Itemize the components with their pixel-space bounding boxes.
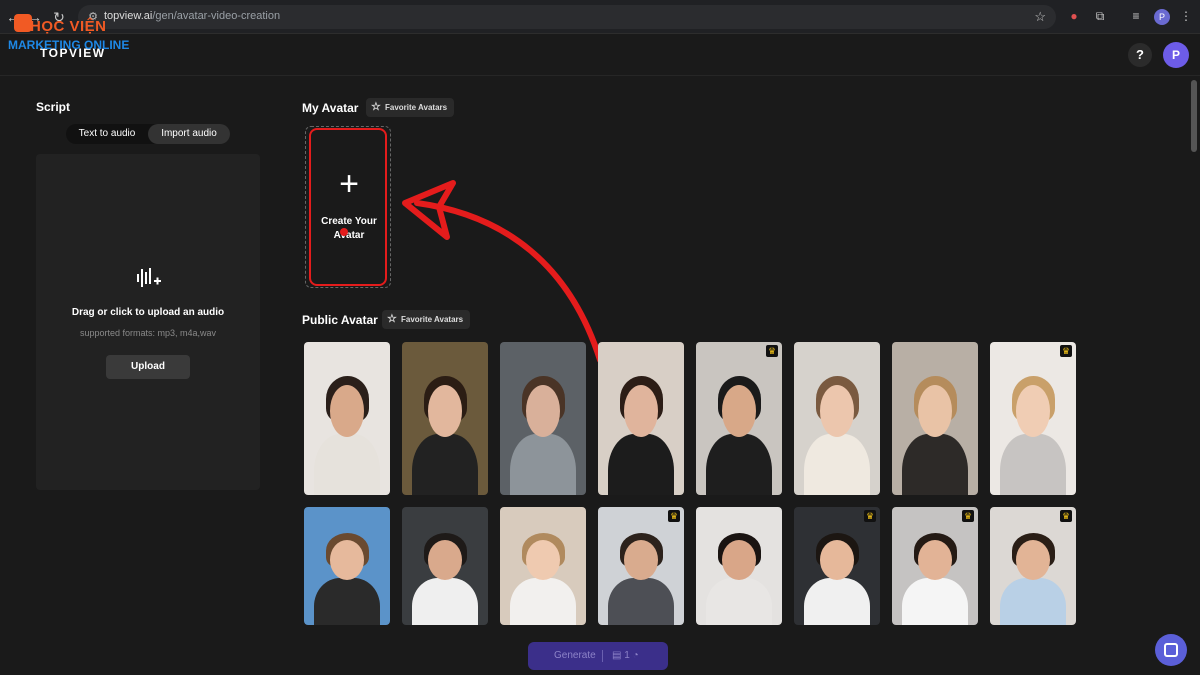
public-avatar-title: Public Avatar [302, 313, 378, 327]
generate-button[interactable]: Generate ▤ 1 ◔ [528, 642, 668, 670]
browser-menu-icon[interactable]: ⋮ [1178, 8, 1194, 24]
star-icon: ☆ [387, 313, 397, 325]
browser-profile-avatar[interactable]: P [1154, 9, 1170, 25]
upload-button[interactable]: Upload [106, 355, 190, 379]
avatar-card[interactable] [696, 507, 782, 625]
media-controls-icon[interactable]: ≡ [1128, 8, 1144, 24]
public-favorite-avatars-button[interactable]: ☆ Favorite Avatars [382, 310, 471, 329]
avatar-card[interactable] [402, 507, 488, 625]
avatar-card[interactable] [304, 342, 390, 495]
chat-icon [1164, 643, 1178, 657]
avatar-card[interactable] [402, 342, 488, 495]
avatar-card[interactable] [598, 342, 684, 495]
extension-icon[interactable]: ● [1066, 8, 1082, 24]
browser-toolbar: ← → ↻ ⚙ topview.ai/gen/avatar-video-crea… [0, 0, 1200, 34]
avatar-card[interactable]: ♛ [990, 507, 1076, 625]
tab-import-audio[interactable]: Import audio [148, 124, 230, 144]
favorite-avatars-label: Favorite Avatars [385, 103, 448, 112]
crown-icon: ♛ [962, 510, 974, 522]
scrollbar[interactable] [1191, 80, 1197, 152]
user-avatar[interactable]: P [1163, 42, 1189, 68]
avatar-card[interactable] [500, 507, 586, 625]
generate-label: Generate [554, 650, 596, 661]
avatar-card[interactable] [892, 342, 978, 495]
crown-icon: ♛ [864, 510, 876, 522]
avatar-card[interactable]: ♛ [598, 507, 684, 625]
crown-icon: ♛ [1060, 345, 1072, 357]
favorite-avatars-button[interactable]: ☆ Favorite Avatars [366, 98, 455, 117]
audio-upload-dropzone[interactable]: Drag or click to upload an audio support… [36, 154, 260, 490]
divider [602, 650, 603, 662]
avatar-card[interactable] [500, 342, 586, 495]
audio-wave-plus-icon [137, 268, 161, 287]
help-button[interactable]: ? [1128, 43, 1152, 67]
crown-icon: ♛ [766, 345, 778, 357]
highlight-box [309, 128, 387, 286]
avatar-card[interactable]: ♛ [794, 507, 880, 625]
script-tab-group: Text to audio Import audio [66, 124, 230, 144]
annotation-arrow [402, 180, 603, 363]
star-icon: ☆ [371, 101, 381, 113]
avatar-card[interactable] [794, 342, 880, 495]
bookmark-star-icon[interactable]: ☆ [1034, 9, 1046, 25]
extensions-puzzle-icon[interactable]: ⧉ [1092, 8, 1108, 24]
avatar-card[interactable]: ♛ [696, 342, 782, 495]
support-chat-button[interactable] [1155, 634, 1187, 666]
watermark-line1: HỌC VIỆN [30, 18, 107, 35]
watermark-line2: MARKETING ONLINE [8, 38, 130, 52]
my-avatar-title: My Avatar [302, 101, 359, 115]
supported-formats: supported formats: mp3, m4a,wav [79, 328, 217, 338]
credit-cost: ▤ 1 ◔ [612, 650, 639, 661]
crown-icon: ♛ [1060, 510, 1072, 522]
address-bar[interactable]: ⚙ topview.ai/gen/avatar-video-creation ☆ [78, 5, 1056, 29]
avatar-card[interactable]: ♛ [892, 507, 978, 625]
avatar-card[interactable]: ♛ [990, 342, 1076, 495]
app-header: TOPVIEW ? P [0, 34, 1200, 76]
watermark-logo: HỌC VIỆN MARKETING ONLINE [8, 14, 130, 74]
cursor-dot [340, 228, 348, 236]
avatar-card[interactable] [304, 507, 390, 625]
script-title: Script [36, 100, 71, 114]
favorite-avatars-label: Favorite Avatars [401, 315, 464, 324]
url-text: topview.ai/gen/avatar-video-creation [104, 10, 281, 22]
tab-text-to-audio[interactable]: Text to audio [66, 124, 148, 144]
upload-prompt: Drag or click to upload an audio [71, 307, 225, 318]
crown-icon: ♛ [668, 510, 680, 522]
